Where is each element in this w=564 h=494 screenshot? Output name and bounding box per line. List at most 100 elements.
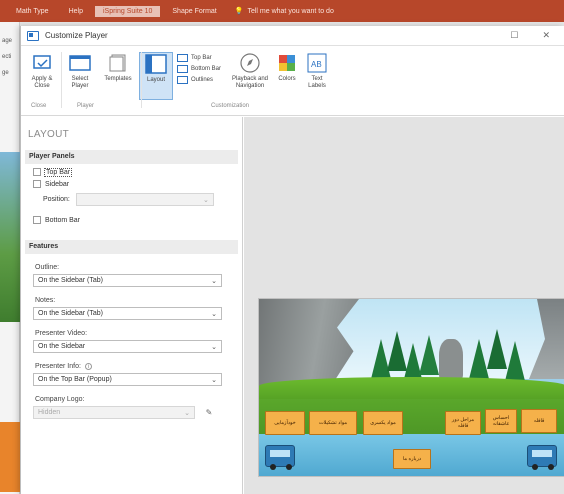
text-labels-label: Text Labels <box>308 76 326 89</box>
slide-tree <box>469 339 489 379</box>
position-row: Position: ⌄ <box>21 188 242 206</box>
chevron-down-icon: ⌄ <box>211 311 217 318</box>
slide-button[interactable]: قافلہ <box>521 409 557 433</box>
presenter-video-select[interactable]: On the Sidebar ⌄ <box>33 340 222 353</box>
playback-navigation-button[interactable]: Playback and Navigation <box>229 52 271 90</box>
host-slide-thumbnail[interactable] <box>0 422 20 492</box>
panel-title: LAYOUT <box>28 129 70 140</box>
slide-button[interactable]: احساس عاشقانہ <box>485 409 517 433</box>
top-bar-checkbox-label: Top Bar <box>43 167 73 177</box>
layout-label: Layout <box>146 77 165 83</box>
colors-button[interactable]: Colors <box>275 52 299 83</box>
slide-preview: قافلہ احساس عاشقانہ مراحل دور قافلہ مواد… <box>258 298 564 477</box>
slide-center-button[interactable]: درباره ما <box>393 449 431 469</box>
info-icon[interactable]: i <box>84 363 92 370</box>
dialog-ribbon: Apply & Close Select Player Templates La… <box>21 46 564 116</box>
bottom-bar-option-label: Bottom Bar <box>191 66 222 72</box>
bottom-bar-option[interactable]: Bottom Bar <box>177 65 221 73</box>
outlines-option[interactable]: Outlines <box>177 76 221 84</box>
chevron-down-icon: ⌄ <box>211 377 217 384</box>
templates-icon <box>106 52 130 74</box>
checkbox-box[interactable] <box>33 216 41 224</box>
position-label: Position: <box>43 196 70 203</box>
templates-button[interactable]: Templates <box>101 52 135 83</box>
notes-select[interactable]: On the Sidebar (Tab) ⌄ <box>33 307 222 320</box>
dialog-titlebar: Customize Player ☐ ✕ <box>21 26 564 46</box>
top-bar-checkbox[interactable]: Top Bar <box>21 164 242 177</box>
slide-tree <box>419 335 439 375</box>
slide-button[interactable]: خودآزمایی <box>265 411 305 435</box>
top-bar-option-label: Top Bar <box>191 55 212 61</box>
player-app-icon <box>27 30 39 41</box>
group-player-label: Player <box>77 103 95 109</box>
checkbox-box[interactable] <box>33 180 41 188</box>
company-logo-select[interactable]: Hidden ⌄ <box>33 406 195 419</box>
host-left-fragment: ecti <box>2 54 12 60</box>
chevron-down-icon: ⌄ <box>202 197 209 204</box>
apply-close-button[interactable]: Apply & Close <box>25 52 59 90</box>
top-bar-icon <box>177 54 188 62</box>
presenter-info-select[interactable]: On the Top Bar (Popup) ⌄ <box>33 373 222 386</box>
outline-label: Outline: <box>35 264 60 271</box>
top-bar-option[interactable]: Top Bar <box>177 54 221 62</box>
group-customization-label: Customization <box>211 103 250 109</box>
colors-label: Colors <box>278 76 296 82</box>
layout-settings-panel: LAYOUT Player Panels Top Bar Sidebar Pos… <box>21 117 243 494</box>
select-player-label: Select Player <box>71 76 89 89</box>
company-logo-label: Company Logo: <box>35 396 85 403</box>
host-tab-mathtype[interactable]: Math Type <box>8 6 57 17</box>
compass-icon <box>238 52 262 74</box>
slide-button[interactable]: مواد یکسری <box>363 411 403 435</box>
bar-options-stack: Top Bar Bottom Bar Outlines <box>177 54 221 84</box>
position-select[interactable]: ⌄ <box>75 193 214 206</box>
presenter-video-value: On the Sidebar <box>38 343 86 350</box>
outline-value: On the Sidebar (Tab) <box>38 277 103 284</box>
chevron-down-icon: ⌄ <box>211 278 217 285</box>
host-tab-help[interactable]: Help <box>61 6 91 17</box>
presenter-info-value: On the Top Bar (Popup) <box>38 376 112 383</box>
customize-player-dialog: Customize Player ☐ ✕ Apply & Close Selec… <box>20 26 564 494</box>
notes-label: Notes: <box>35 297 56 304</box>
colors-icon <box>275 52 299 74</box>
sidebar-checkbox[interactable]: Sidebar <box>21 176 242 188</box>
host-left-fragment: ge <box>2 70 9 76</box>
tell-me-box[interactable]: 💡 Tell me what you want to do <box>235 7 334 16</box>
chevron-down-icon: ⌄ <box>211 344 217 351</box>
bottom-bar-icon <box>177 65 188 73</box>
sidebar-checkbox-label: Sidebar <box>45 180 70 188</box>
apply-close-icon <box>30 52 54 74</box>
group-close-label: Close <box>31 103 47 109</box>
company-logo-row: Hidden ⌄ ✎ <box>33 406 222 419</box>
close-icon[interactable]: ✕ <box>542 30 550 41</box>
checkbox-box[interactable] <box>33 168 41 176</box>
presenter-info-label: Presenter Info: <box>35 363 81 370</box>
text-labels-button[interactable]: AB Text Labels <box>303 52 331 90</box>
layout-button[interactable]: Layout <box>139 52 173 100</box>
layout-icon <box>144 53 168 75</box>
svg-text:AB: AB <box>311 60 322 69</box>
tell-me-text: Tell me what you want to do <box>247 7 334 15</box>
host-tab-shape-format[interactable]: Shape Format <box>164 6 224 17</box>
host-tab-ispring[interactable]: iSpring Suite 10 <box>94 5 161 17</box>
host-slide-thumbnail[interactable] <box>0 152 20 322</box>
notes-value: On the Sidebar (Tab) <box>38 310 103 317</box>
slide-tree <box>487 329 507 369</box>
edit-icon[interactable]: ✎ <box>203 407 215 419</box>
host-left-fragment: age <box>2 38 13 44</box>
ribbon-group-labels: Close Player Customization <box>21 103 564 113</box>
bottom-bar-checkbox[interactable]: Bottom Bar <box>21 206 242 224</box>
text-labels-icon: AB <box>305 52 329 74</box>
player-preview-area: قافلہ احساس عاشقانہ مراحل دور قافلہ مواد… <box>244 117 564 494</box>
company-logo-value: Hidden <box>38 409 61 416</box>
slide-button[interactable]: مراحل دور قافلہ <box>445 411 481 435</box>
slide-rock <box>439 339 463 379</box>
restore-icon[interactable]: ☐ <box>510 30 518 41</box>
player-select-icon <box>68 52 92 74</box>
presenter-video-label: Presenter Video: <box>35 330 88 337</box>
dialog-title: Customize Player <box>45 31 108 40</box>
slide-button[interactable]: مواد تشکیلات <box>309 411 357 435</box>
outline-select[interactable]: On the Sidebar (Tab) ⌄ <box>33 274 222 287</box>
host-ribbon-tabs: Math Type Help iSpring Suite 10 Shape Fo… <box>0 0 564 22</box>
select-player-button[interactable]: Select Player <box>63 52 97 90</box>
bottom-bar-checkbox-label: Bottom Bar <box>45 216 81 224</box>
